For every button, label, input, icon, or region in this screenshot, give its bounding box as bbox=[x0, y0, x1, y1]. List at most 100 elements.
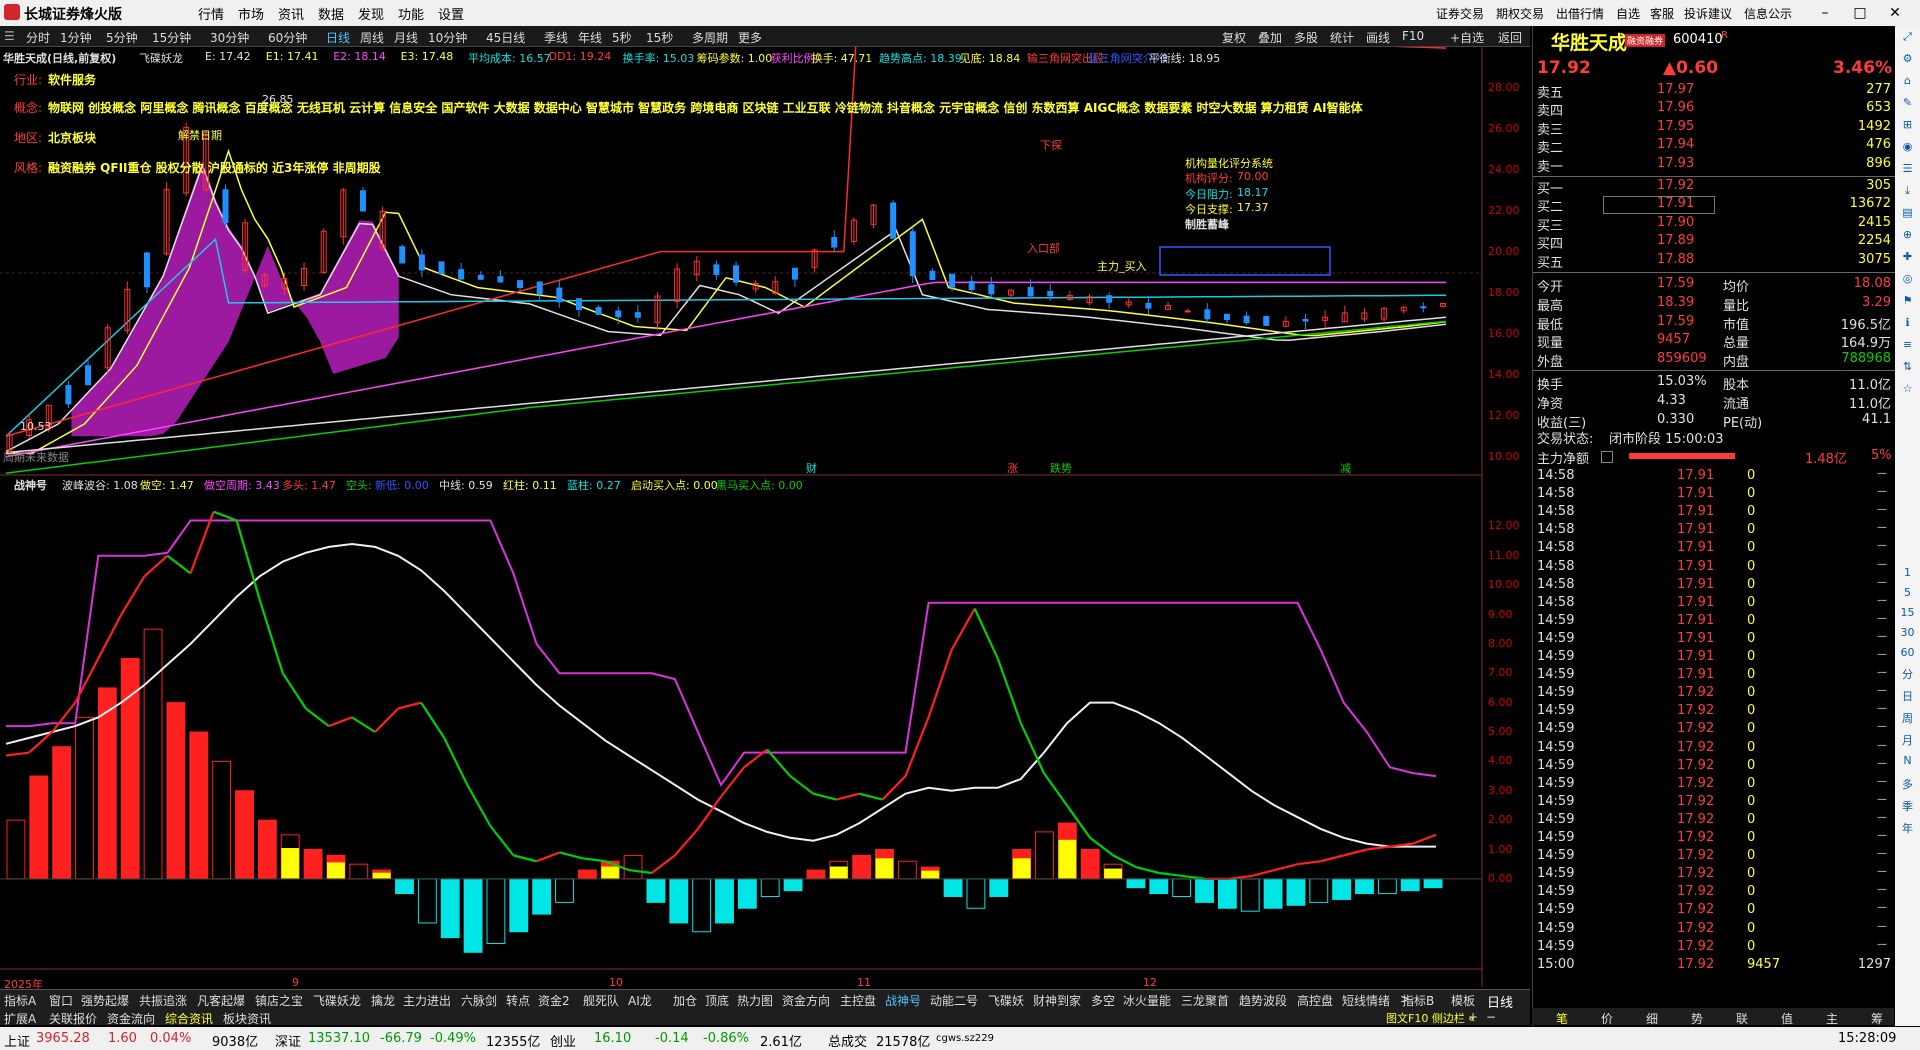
indicator-tab-26[interactable]: 趋势波段 bbox=[1239, 992, 1287, 1009]
f10-link[interactable]: 图文F10 侧边栏 « bbox=[1386, 1010, 1475, 1026]
menu-0[interactable]: 行情 bbox=[198, 4, 224, 23]
indicator-tab-27[interactable]: 高控盘 bbox=[1297, 992, 1333, 1009]
timeframe-12[interactable]: 年线 bbox=[578, 29, 602, 46]
event-label-dieshi[interactable]: 跌势 bbox=[1050, 460, 1072, 476]
indicator-tab-15[interactable]: 顶底 bbox=[705, 992, 729, 1009]
side-tool-icon-16[interactable]: ☆ bbox=[1897, 382, 1918, 395]
menu-4[interactable]: 发现 bbox=[358, 4, 384, 23]
chart-tool-0[interactable]: 复权 bbox=[1222, 29, 1246, 46]
timeframe-0[interactable]: 分时 bbox=[26, 29, 50, 46]
indicator-tab-17[interactable]: 资金方向 bbox=[782, 992, 830, 1009]
side-cycle-6[interactable]: 季 bbox=[1897, 798, 1918, 814]
close-icon[interactable]: ✕ bbox=[1880, 2, 1910, 24]
side-cycle-2[interactable]: 周 bbox=[1897, 710, 1918, 726]
side-tool-icon-11[interactable]: ◎ bbox=[1897, 272, 1918, 285]
side-cycle-5[interactable]: 多 bbox=[1897, 776, 1918, 792]
ask-row-2[interactable]: 卖三 17.95 1492 bbox=[1537, 119, 1891, 138]
indicator-tab-25[interactable]: 三龙聚首 bbox=[1181, 992, 1229, 1009]
quote-tab-6[interactable]: 主 bbox=[1826, 1010, 1838, 1027]
indicator-tab-5[interactable]: 镇店之宝 bbox=[255, 992, 303, 1009]
bid-row-4[interactable]: 买五 17.88 3075 bbox=[1537, 252, 1891, 271]
timeframe-1[interactable]: 1分钟 bbox=[60, 29, 92, 46]
menu-2[interactable]: 资讯 bbox=[278, 4, 304, 23]
menu-3[interactable]: 数据 bbox=[318, 4, 344, 23]
chart-tool-1[interactable]: 叠加 bbox=[1258, 29, 1282, 46]
bid-row-3[interactable]: 买四 17.89 2254 bbox=[1537, 233, 1891, 252]
ext-tab-1[interactable]: 关联报价 bbox=[49, 1010, 97, 1027]
side-cycle-1[interactable]: 日 bbox=[1897, 688, 1918, 704]
indicator-tab-21[interactable]: 飞碟妖 bbox=[988, 992, 1024, 1009]
ext-tab-3[interactable]: 综合资讯 bbox=[165, 1010, 213, 1027]
side-tool-icon-12[interactable]: ⚑ bbox=[1897, 294, 1918, 307]
menu-6[interactable]: 设置 bbox=[438, 4, 464, 23]
net-flow-toggle[interactable] bbox=[1601, 451, 1613, 463]
chart-tool-4[interactable]: 画线 bbox=[1366, 29, 1390, 46]
indicator-tab-18[interactable]: 主控盘 bbox=[840, 992, 876, 1009]
side-tool-icon-8[interactable]: ▤ bbox=[1897, 206, 1918, 219]
side-tool-icon-1[interactable]: ⚙ bbox=[1897, 52, 1918, 65]
timeframe-15[interactable]: 多周期 bbox=[692, 29, 728, 46]
right-menu-6[interactable]: 信息公示 bbox=[1744, 5, 1792, 22]
indicator-tab-8[interactable]: 主力进出 bbox=[403, 992, 451, 1009]
maximize-icon[interactable]: □ bbox=[1845, 2, 1875, 24]
side-period-3[interactable]: 30 bbox=[1897, 626, 1918, 639]
ask-row-4[interactable]: 卖一 17.93 896 bbox=[1537, 156, 1891, 175]
indicator-tab-28[interactable]: 短线情绪 bbox=[1342, 992, 1390, 1009]
quote-tab-3[interactable]: 势 bbox=[1691, 1010, 1703, 1027]
indicator-tab-23[interactable]: 多空 bbox=[1091, 992, 1115, 1009]
indicator-tab-0[interactable]: 指标A bbox=[4, 992, 36, 1009]
sub-indicator-name[interactable]: 战神号 bbox=[14, 477, 47, 493]
timeframe-10[interactable]: 45日线 bbox=[486, 29, 525, 46]
chart-tool-6[interactable]: +自选 bbox=[1450, 29, 1484, 46]
side-tool-icon-2[interactable]: ⌂ bbox=[1897, 74, 1918, 87]
right-menu-5[interactable]: 投诉建议 bbox=[1684, 5, 1732, 22]
indicator-tab-22[interactable]: 财神到家 bbox=[1033, 992, 1081, 1009]
bid-row-2[interactable]: 买三 17.90 2415 bbox=[1537, 215, 1891, 234]
indicator-tab-4[interactable]: 凡客起爆 bbox=[197, 992, 245, 1009]
timeframe-16[interactable]: 更多 bbox=[738, 29, 762, 46]
indicator-tab-2[interactable]: 强势起爆 bbox=[81, 992, 129, 1009]
quote-tab-7[interactable]: 筹 bbox=[1871, 1010, 1883, 1027]
right-menu-3[interactable]: 自选 bbox=[1616, 5, 1640, 22]
sh-label[interactable]: 上证 bbox=[4, 1031, 30, 1050]
event-label-zhang[interactable]: 涨 bbox=[1007, 460, 1018, 476]
timeframe-2[interactable]: 5分钟 bbox=[106, 29, 138, 46]
side-tool-icon-13[interactable]: ℹ bbox=[1897, 316, 1918, 329]
zoom-minus-icon[interactable]: − bbox=[1486, 1010, 1496, 1024]
side-period-1[interactable]: 5 bbox=[1897, 586, 1918, 599]
indicator-tab-3[interactable]: 共振追涨 bbox=[139, 992, 187, 1009]
side-tool-icon-7[interactable]: ⤓ bbox=[1897, 184, 1918, 198]
indicator-name[interactable]: 飞碟妖龙 bbox=[139, 50, 183, 66]
indicator-tab-7[interactable]: 擒龙 bbox=[371, 992, 395, 1009]
tick-list[interactable]: 14:58 17.91 0—14:58 17.91 0—14:58 17.91 0—14:5… bbox=[1533, 468, 1895, 1018]
indicator-right-tab-1[interactable]: 模板 bbox=[1451, 992, 1475, 1009]
timeframe-4[interactable]: 30分钟 bbox=[210, 29, 249, 46]
chart-area[interactable]: 华胜天成(日线,前复权) 飞碟妖龙 E: 17.42 E1: 17.41 E2: 1… bbox=[0, 47, 1530, 991]
event-label-cai[interactable]: 财 bbox=[806, 460, 817, 476]
indicator-tab-14[interactable]: 加仓 bbox=[673, 992, 697, 1009]
ext-tab-4[interactable]: 板块资讯 bbox=[223, 1010, 271, 1027]
ext-tab-2[interactable]: 资金流向 bbox=[107, 1010, 155, 1027]
timeframe-9[interactable]: 10分钟 bbox=[428, 29, 467, 46]
indicator-tab-20[interactable]: 动能二号 bbox=[930, 992, 978, 1009]
timeframe-8[interactable]: 月线 bbox=[394, 29, 418, 46]
minimize-icon[interactable]: – bbox=[1810, 2, 1840, 24]
timeframe-3[interactable]: 15分钟 bbox=[152, 29, 191, 46]
quote-tab-0[interactable]: 笔 bbox=[1556, 1010, 1568, 1027]
ask-row-3[interactable]: 卖二 17.94 476 bbox=[1537, 137, 1891, 156]
timeframe-14[interactable]: 15秒 bbox=[646, 29, 673, 46]
chart-tool-3[interactable]: 统计 bbox=[1330, 29, 1354, 46]
menu-icon[interactable]: ☰ bbox=[4, 29, 15, 43]
side-tool-icon-10[interactable]: ✚ bbox=[1897, 250, 1918, 263]
indicator-tab-11[interactable]: 资金2 bbox=[538, 992, 570, 1009]
indicator-tab-13[interactable]: AI龙 bbox=[628, 992, 652, 1009]
side-tool-icon-3[interactable]: ✎ bbox=[1897, 96, 1918, 109]
right-menu-1[interactable]: 期权交易 bbox=[1496, 5, 1544, 22]
cy-label[interactable]: 创业 bbox=[550, 1031, 576, 1050]
sz-label[interactable]: 深证 bbox=[275, 1031, 301, 1050]
quote-tab-5[interactable]: 值 bbox=[1781, 1010, 1793, 1027]
side-tool-icon-9[interactable]: ⊕ bbox=[1897, 228, 1918, 241]
timeframe-6[interactable]: 日线 bbox=[326, 29, 350, 46]
timeframe-11[interactable]: 季线 bbox=[544, 29, 568, 46]
event-label-jian[interactable]: 减 bbox=[1340, 460, 1351, 476]
